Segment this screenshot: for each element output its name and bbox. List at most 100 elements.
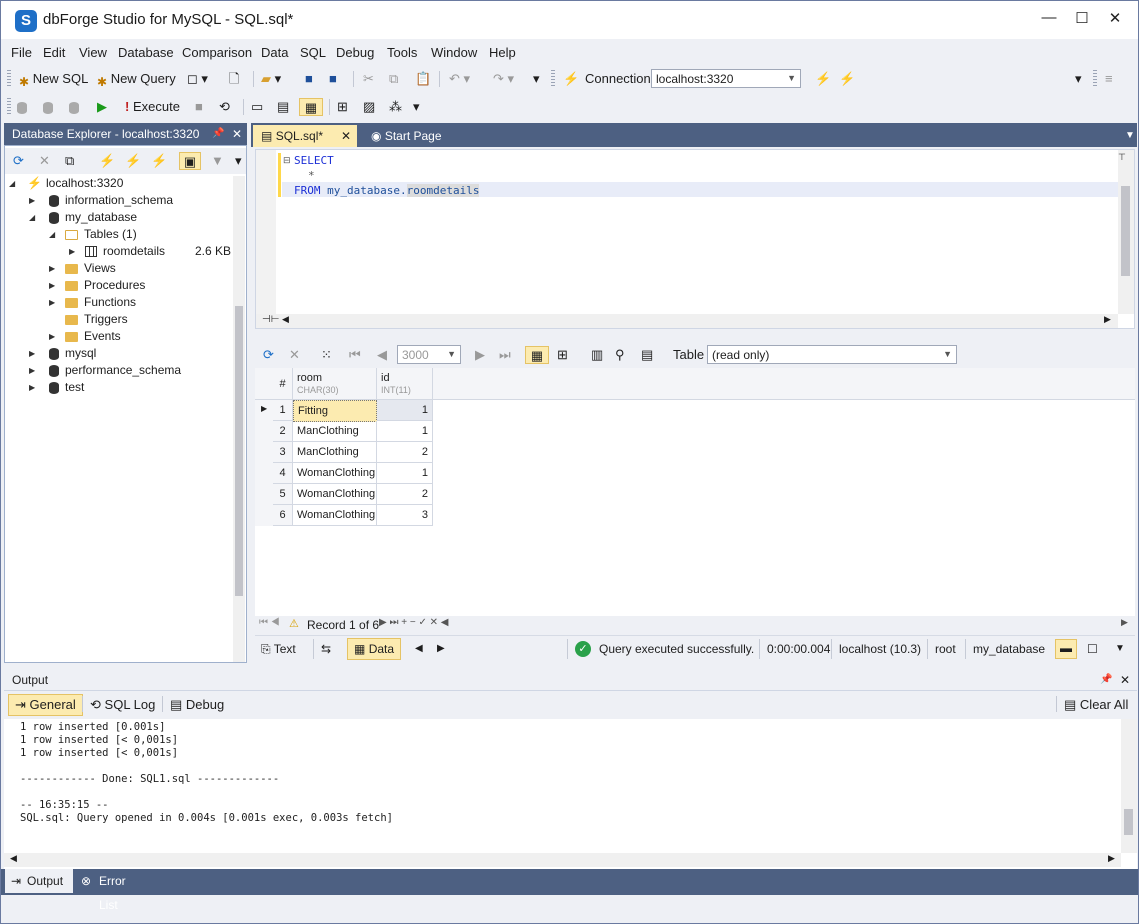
plug-off-icon[interactable]: ⚡	[151, 152, 167, 170]
export-icon[interactable]: ▤	[641, 346, 653, 364]
maximize-panel-icon[interactable]: ☐	[1087, 641, 1098, 657]
menu-comparison[interactable]: Comparison	[182, 45, 252, 60]
grid-view-icon[interactable]: ▦	[525, 346, 549, 364]
record-nav-buttons[interactable]: ▶ ⏭ + − ✓ ✕ ◀	[379, 617, 449, 628]
scroll-left-icon[interactable]: ◀	[10, 853, 17, 864]
menu-file[interactable]: File	[11, 45, 32, 60]
data-view-button[interactable]: ▦ Data	[347, 638, 402, 660]
column-header-id[interactable]: id INT(11)	[377, 368, 433, 400]
table-select[interactable]: (read only) ▼	[707, 345, 957, 364]
new-sql-button[interactable]: ✱ New SQL	[19, 70, 88, 89]
db-button-3[interactable]	[69, 98, 85, 116]
copy-button[interactable]: ⧉	[389, 70, 398, 88]
stop-button[interactable]: ■	[195, 98, 203, 116]
sql-options-button[interactable]: ⁂	[389, 98, 402, 116]
collapse-arrow-icon[interactable]: ▶	[29, 362, 35, 379]
collapse-arrow-icon[interactable]: ▶	[49, 260, 55, 277]
toolbar-grip[interactable]	[551, 70, 555, 88]
output-vscroll[interactable]	[1121, 719, 1137, 853]
save-all-button[interactable]: ■	[329, 70, 337, 88]
minimize-button[interactable]: —	[1039, 9, 1059, 26]
tab-error-list[interactable]: ⊗ Error List	[77, 869, 147, 912]
collapse-arrow-icon[interactable]: ▶	[69, 243, 75, 260]
chart-button[interactable]: ▨	[363, 98, 375, 116]
collapse-icon[interactable]: ⧉	[65, 152, 74, 170]
grid-cell[interactable]: WomanClothing	[293, 463, 377, 484]
profiler-button[interactable]: ▭	[251, 98, 263, 116]
menu-view[interactable]: View	[79, 45, 107, 60]
row-number[interactable]: 2	[273, 421, 293, 442]
new-file-button[interactable]: 🗋	[229, 70, 239, 88]
menu-data[interactable]: Data	[261, 45, 288, 60]
next-view-icon[interactable]: ▶	[437, 641, 445, 657]
delete-icon[interactable]: ✕	[39, 152, 50, 170]
menu-edit[interactable]: Edit	[43, 45, 65, 60]
grid-cell[interactable]: 3	[377, 505, 433, 526]
grid-cell[interactable]: 1	[377, 463, 433, 484]
disconnect-button[interactable]: ⚡	[815, 70, 831, 88]
scroll-right-icon[interactable]: ▶	[1121, 617, 1128, 628]
row-number[interactable]: 1	[273, 400, 293, 421]
row-number[interactable]: 6	[273, 505, 293, 526]
expand-arrow-icon[interactable]: ◢	[29, 209, 35, 226]
menu-window[interactable]: Window	[431, 45, 477, 60]
grid-cell[interactable]: ManClothing	[293, 442, 377, 463]
toolbar-grip[interactable]	[7, 98, 11, 116]
format-button[interactable]: ≡	[1105, 70, 1113, 88]
split-icon[interactable]: ⊣⊢	[262, 314, 279, 325]
grid-cell[interactable]: 2	[377, 442, 433, 463]
close-icon[interactable]: ✕	[232, 123, 242, 145]
grid-cell[interactable]: 2	[377, 484, 433, 505]
swap-button[interactable]: ⇆	[321, 641, 331, 657]
row-number[interactable]: 5	[273, 484, 293, 505]
disconnect-all-button[interactable]: ⚡	[839, 70, 855, 88]
new-query-button[interactable]: ✱ New Query	[97, 70, 176, 89]
db-button-2[interactable]	[43, 98, 59, 116]
editor-hscroll[interactable]: ⊣⊢ ◀ ▶	[256, 314, 1118, 328]
new-document-button[interactable]: ◻ ▾	[187, 70, 208, 88]
toolbar-overflow[interactable]: ▾	[413, 98, 420, 116]
grid-cell[interactable]: 1	[377, 400, 433, 421]
collapse-arrow-icon[interactable]: ▶	[29, 345, 35, 362]
new-connection-button[interactable]: ⚡	[563, 70, 579, 88]
prev-page-icon[interactable]: ◀	[377, 346, 387, 364]
save-button[interactable]: ■	[305, 70, 313, 88]
history-button[interactable]: ⟲	[219, 98, 230, 116]
cancel-icon[interactable]: ✕	[289, 346, 300, 364]
toolbar-overflow[interactable]: ▾	[1075, 70, 1082, 88]
fetch-icon[interactable]: ⁙	[321, 346, 332, 364]
toolbar-overflow[interactable]: ▾	[235, 152, 242, 170]
menu-database[interactable]: Database	[118, 45, 174, 60]
scroll-left-icon[interactable]: ◀	[282, 314, 289, 325]
output-general-tab[interactable]: ⇥ General	[8, 694, 83, 716]
columns-icon[interactable]: ▥	[591, 346, 603, 364]
layout-button[interactable]: ⊞	[337, 98, 348, 116]
collapse-arrow-icon[interactable]: ▶	[29, 379, 35, 396]
collapse-arrow-icon[interactable]: ▶	[49, 294, 55, 311]
collapse-arrow-icon[interactable]: ▶	[49, 277, 55, 294]
next-page-icon[interactable]: ▶	[475, 346, 485, 364]
collapse-arrow-icon[interactable]: ▶	[29, 192, 35, 209]
first-page-icon[interactable]: ⏮	[349, 346, 361, 364]
menu-help[interactable]: Help	[489, 45, 516, 60]
fold-icon[interactable]: ⊟	[283, 155, 291, 166]
db-button-1[interactable]	[17, 98, 33, 116]
toolbar-grip[interactable]	[7, 70, 11, 88]
find-icon[interactable]: ⚲	[615, 346, 625, 364]
toolbar-overflow[interactable]: ▾	[533, 70, 540, 88]
collapse-arrow-icon[interactable]: ▶	[49, 328, 55, 345]
paste-button[interactable]: 📋	[415, 70, 431, 88]
plug-icon[interactable]: ⚡	[99, 152, 115, 170]
row-number[interactable]: 3	[273, 442, 293, 463]
sync-icon[interactable]: ▣	[179, 152, 201, 170]
sql-editor[interactable]: ⊟ SELECT * FROM my_database.roomdetails …	[255, 149, 1135, 329]
panel-layout-icon[interactable]: ▬	[1055, 639, 1077, 659]
explorer-scrollbar[interactable]	[233, 176, 245, 662]
pin-icon[interactable]: 📌	[1100, 669, 1112, 691]
filter-icon[interactable]: ▼	[211, 152, 224, 170]
scrollbar-thumb[interactable]	[235, 306, 243, 596]
scroll-right-icon[interactable]: ▶	[1108, 853, 1115, 864]
undo-button[interactable]: ↶ ▾	[449, 70, 470, 88]
tree-node-table[interactable]: ▶ roomdetails 2.6 KB	[9, 243, 231, 260]
text-view-button[interactable]: ⎘ Text	[261, 641, 296, 657]
